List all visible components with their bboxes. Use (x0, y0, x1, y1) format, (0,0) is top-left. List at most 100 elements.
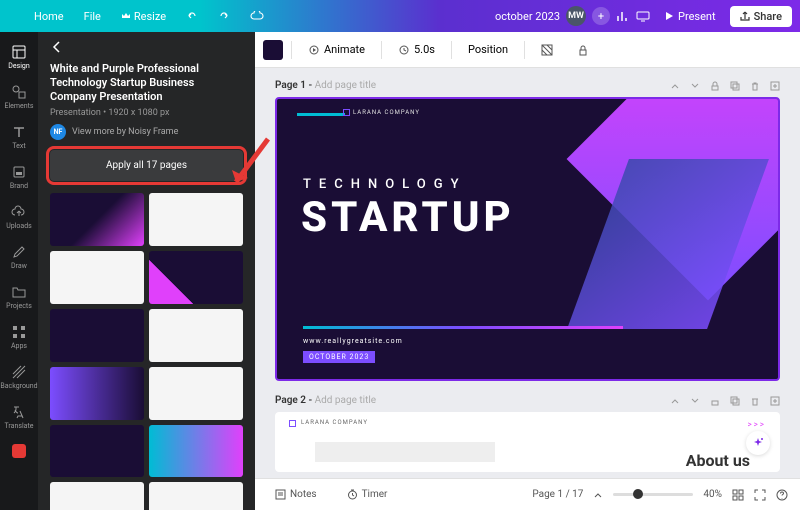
rail-elements[interactable]: Elements (0, 78, 38, 116)
add-page-button[interactable] (770, 81, 780, 91)
undo-button[interactable] (178, 6, 206, 26)
rail-background[interactable]: Background (0, 358, 38, 396)
fullscreen-icon[interactable] (754, 489, 766, 501)
rail-design[interactable]: Design (0, 38, 38, 76)
arrow-left-icon (50, 40, 64, 54)
page2-label: Page 2 - (275, 395, 312, 406)
slide-date: OCTOBER 2023 (303, 351, 375, 363)
slide-url: www.reallygreatsite.com (303, 337, 403, 345)
animate-button[interactable]: Animate (300, 39, 373, 60)
home-button[interactable]: Home (26, 6, 72, 27)
avatar[interactable]: MW (566, 6, 586, 26)
analytics-icon[interactable] (616, 9, 630, 23)
template-icon (11, 44, 27, 60)
back-button[interactable] (38, 32, 255, 62)
template-thumb[interactable] (50, 309, 144, 362)
animate-icon (308, 44, 320, 56)
slide-2[interactable]: LARANA COMPANY >>> About us (275, 412, 780, 472)
author-link[interactable]: View more by Noisy Frame (72, 127, 178, 137)
notes-icon (275, 489, 286, 500)
magic-button[interactable] (746, 431, 770, 455)
transparency-button[interactable] (533, 40, 561, 60)
add-page-button[interactable] (770, 396, 780, 406)
redo-icon (218, 10, 230, 22)
chevron-down-icon (690, 396, 700, 406)
resize-button[interactable]: Resize (113, 6, 174, 27)
top-bar: Home File Resize october 2023 MW + Prese… (0, 0, 800, 32)
template-thumb[interactable] (149, 193, 243, 246)
template-thumb[interactable] (50, 193, 144, 246)
rail-uploads[interactable]: Uploads (0, 198, 38, 236)
rail-apps[interactable]: Apps (0, 318, 38, 356)
page2-title-input[interactable]: Add page title (315, 395, 376, 406)
document-name[interactable]: october 2023 (495, 10, 560, 23)
template-thumbnails (50, 193, 243, 510)
undo-icon (186, 10, 198, 22)
folder-icon (11, 284, 27, 300)
template-thumb[interactable] (149, 482, 243, 510)
redo-button[interactable] (210, 6, 238, 26)
template-thumb[interactable] (50, 367, 144, 420)
help-icon[interactable] (776, 489, 788, 501)
transparency-icon (541, 44, 553, 56)
page1-title-input[interactable]: Add page title (315, 80, 376, 91)
template-thumb[interactable] (50, 251, 144, 304)
duplicate-page-button[interactable] (730, 81, 740, 91)
page1-label: Page 1 - (275, 80, 312, 91)
background-color-swatch[interactable] (263, 40, 283, 60)
timer-button[interactable]: Timer (339, 485, 396, 504)
template-thumb[interactable] (149, 367, 243, 420)
shapes-icon (11, 84, 27, 100)
lock-page-button[interactable] (710, 396, 720, 406)
notes-button[interactable]: Notes (267, 485, 325, 504)
apply-all-button[interactable]: Apply all 17 pages (50, 150, 243, 181)
rail-draw[interactable]: Draw (0, 238, 38, 276)
timer-icon (347, 489, 358, 500)
template-thumb[interactable] (50, 425, 144, 478)
lock-button[interactable] (569, 40, 597, 60)
rail-bottom[interactable] (0, 438, 38, 466)
trash-icon (750, 81, 760, 91)
lock-icon (710, 81, 720, 91)
collapse-button[interactable] (670, 81, 680, 91)
add-member-button[interactable]: + (592, 7, 610, 25)
slide-1[interactable]: LARANA COMPANY TECHNOLOGY STARTUP www.re… (275, 97, 780, 381)
zoom-slider[interactable] (613, 493, 693, 496)
template-thumb[interactable] (149, 425, 243, 478)
template-thumb[interactable] (149, 251, 243, 304)
copy-icon (730, 81, 740, 91)
expand-button[interactable] (690, 81, 700, 91)
cloud-button[interactable] (242, 7, 272, 25)
template-thumb[interactable] (149, 309, 243, 362)
crown-icon (121, 11, 131, 21)
share-button[interactable]: Share (730, 6, 792, 27)
rail-translate[interactable]: Translate (0, 398, 38, 436)
cloud-upload-icon (11, 204, 27, 220)
position-button[interactable]: Position (460, 39, 516, 60)
duplicate-page-button[interactable] (730, 396, 740, 406)
author-badge: NF (50, 124, 66, 140)
collapse-button[interactable] (670, 396, 680, 406)
present-button[interactable]: Present (656, 6, 724, 27)
projector-icon[interactable] (636, 9, 650, 23)
slide-heading1: TECHNOLOGY (303, 177, 467, 192)
file-button[interactable]: File (76, 6, 109, 27)
brand-icon (11, 164, 27, 180)
left-rail: Design Elements Text Brand Uploads Draw … (0, 32, 38, 510)
slide-company: LARANA COMPANY (353, 109, 420, 116)
duration-button[interactable]: 5.0s (390, 39, 443, 60)
delete-page-button[interactable] (750, 396, 760, 406)
rail-projects[interactable]: Projects (0, 278, 38, 316)
rail-text[interactable]: Text (0, 118, 38, 156)
page-counter[interactable]: Page 1 / 17 (532, 489, 583, 500)
slide2-decoration: >>> (747, 420, 766, 429)
chevron-up-icon[interactable] (593, 490, 603, 500)
grid-view-icon[interactable] (732, 489, 744, 501)
template-thumb[interactable] (50, 482, 144, 510)
rail-brand[interactable]: Brand (0, 158, 38, 196)
delete-page-button[interactable] (750, 81, 760, 91)
zoom-value[interactable]: 40% (703, 489, 722, 500)
lock-page-button[interactable] (710, 81, 720, 91)
expand-button[interactable] (690, 396, 700, 406)
context-toolbar: Animate 5.0s Position (255, 32, 800, 68)
